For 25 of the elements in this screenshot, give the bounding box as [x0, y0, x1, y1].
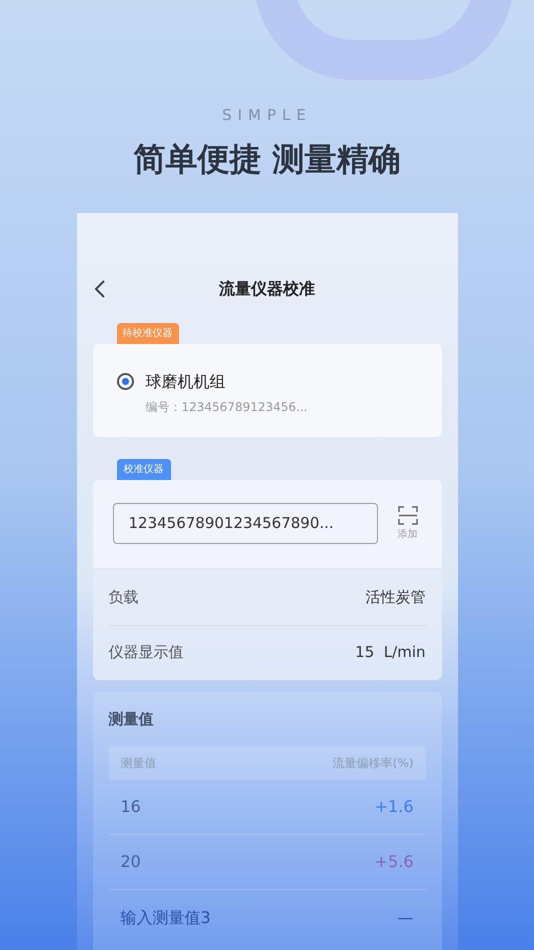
serial-number: 编号：123456789123456...: [146, 398, 308, 416]
detail-value: 活性炭管: [366, 586, 426, 608]
detail-label: 仪器显示值: [108, 642, 184, 664]
deviation-value: +5.6: [374, 851, 414, 873]
deviation-value: —: [398, 906, 414, 928]
back-icon[interactable]: [92, 278, 106, 298]
eyebrow: SIMPLE: [222, 105, 312, 126]
pending-tag: 待校准仪器: [116, 322, 178, 344]
scan-icon: [398, 506, 418, 524]
measurement-value: 20: [120, 851, 141, 873]
radio-button[interactable]: [116, 373, 134, 390]
measurement-input[interactable]: 输入测量值3: [120, 906, 211, 930]
section-title: 测量值: [108, 708, 154, 730]
deviation-value: +1.6: [374, 796, 414, 818]
scan-add-button[interactable]: 添加: [398, 506, 418, 542]
column-header: 流量偏移率(%): [332, 755, 414, 772]
headline: 简单便捷 测量精确: [133, 138, 401, 180]
calibration-tag: 校准仪器: [116, 458, 170, 480]
column-header: 测量值: [120, 755, 156, 772]
instrument-name: 球磨机机组: [146, 370, 226, 392]
detail-value: 15 L/min: [355, 642, 426, 664]
detail-label: 负载: [108, 586, 138, 608]
instrument-input[interactable]: 12345678901234567890...: [112, 503, 378, 544]
screen-title: 流量仪器校准: [219, 278, 315, 300]
measurement-value: 16: [120, 796, 141, 818]
